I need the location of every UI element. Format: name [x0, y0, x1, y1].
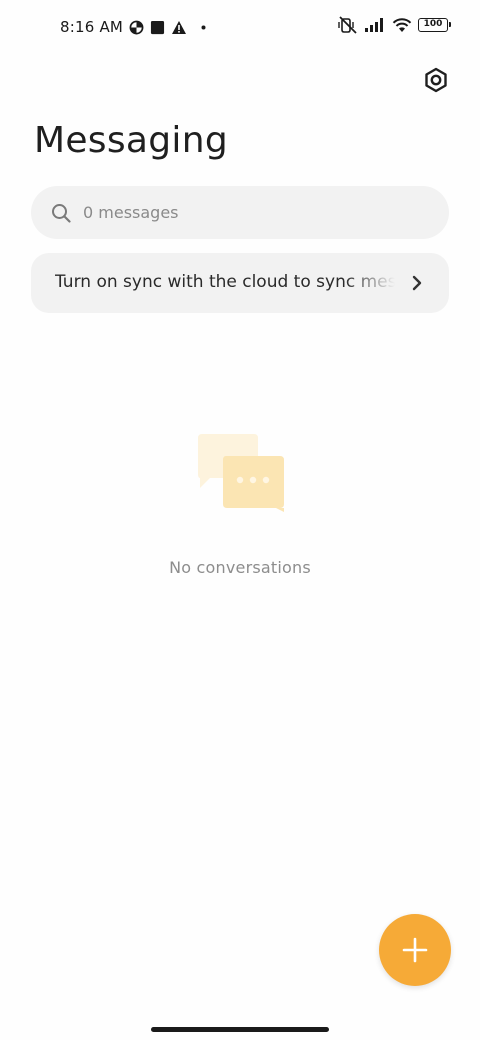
- dot-icon: [201, 25, 206, 30]
- square-notification-icon: [150, 20, 165, 35]
- search-input[interactable]: [83, 203, 413, 222]
- home-indicator[interactable]: [151, 1027, 329, 1032]
- data-saver-icon: [129, 20, 144, 35]
- status-bar: 8:16 AM 100: [0, 14, 480, 42]
- settings-hexagon-icon: [425, 67, 447, 93]
- warning-icon: [171, 20, 187, 35]
- page-title: Messaging: [34, 120, 229, 161]
- new-message-button[interactable]: [379, 914, 451, 986]
- settings-button[interactable]: [422, 66, 450, 94]
- status-bar-left: 8:16 AM: [60, 18, 206, 36]
- signal-icon: [364, 17, 386, 33]
- empty-state-text: No conversations: [169, 558, 311, 577]
- muted-vibrate-icon: [338, 16, 358, 34]
- plus-icon: [402, 937, 428, 963]
- chat-bubbles-icon: [196, 432, 286, 514]
- battery-icon: 100: [418, 18, 451, 32]
- sync-banner-text: Turn on sync with the cloud to sync mess…: [55, 272, 395, 292]
- search-icon: [51, 203, 71, 223]
- messaging-screen: 8:16 AM 100 Messaging 0 messages Turn on…: [0, 0, 480, 1040]
- status-bar-right: 100: [338, 16, 451, 34]
- wifi-icon: [392, 17, 412, 33]
- sync-banner[interactable]: Turn on sync with the cloud to sync mess…: [31, 253, 449, 313]
- search-bar[interactable]: [31, 186, 449, 239]
- chevron-right-icon: [409, 274, 425, 292]
- status-time: 8:16 AM: [60, 18, 124, 36]
